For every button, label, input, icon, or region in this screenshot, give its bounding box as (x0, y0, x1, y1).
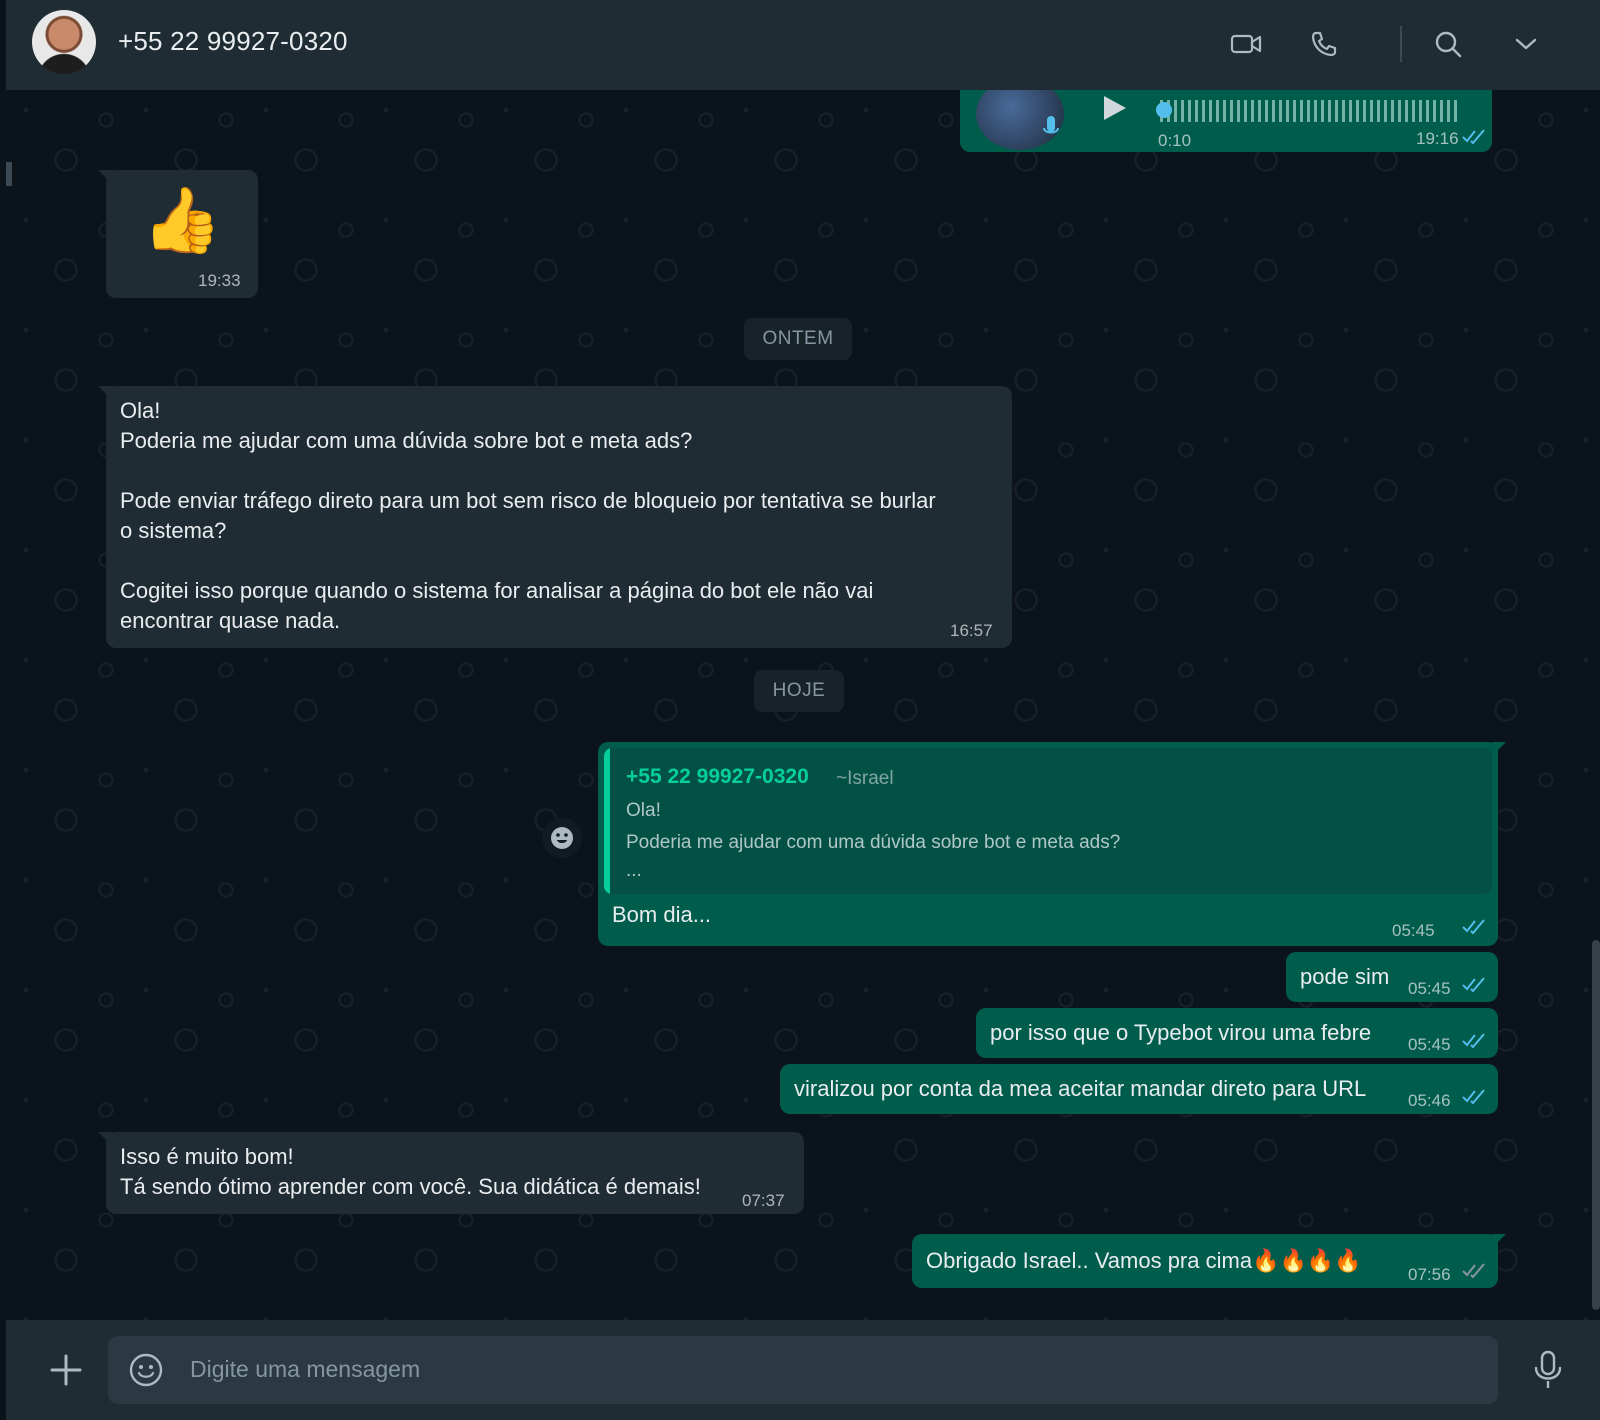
incoming-message-question[interactable]: Ola! Poderia me ajudar com uma dúvida so… (106, 386, 1012, 648)
quote-bar (604, 748, 610, 894)
message-time: 19:16 (1416, 129, 1459, 148)
video-call-icon[interactable] (1228, 26, 1264, 62)
incoming-message[interactable]: Isso é muito bom! Tá sendo ótimo aprende… (106, 1132, 804, 1214)
outgoing-message[interactable]: viralizou por conta da mea aceitar manda… (780, 1064, 1498, 1114)
message-time: 05:45 (1392, 921, 1435, 940)
text-line: Tá sendo ótimo aprender com você. Sua di… (120, 1174, 701, 1199)
quoted-message[interactable]: +55 22 99927-0320 ~Israel Ola! Poderia m… (604, 748, 1492, 894)
read-receipt-icon (1462, 1033, 1485, 1048)
message-text: Isso é muito bom! Tá sendo ótimo aprende… (120, 1142, 701, 1202)
outgoing-reply-message[interactable]: +55 22 99927-0320 ~Israel Ola! Poderia m… (598, 742, 1498, 946)
text-line: Isso é muito bom! (120, 1144, 294, 1169)
quote-author: +55 22 99927-0320 (626, 765, 809, 788)
quote-more: ... (626, 860, 642, 881)
message-text: viralizou por conta da mea aceitar manda… (794, 1076, 1367, 1101)
thumbs-up-emoji: 👍 (142, 184, 222, 256)
text-line: Ola! (120, 398, 161, 423)
left-scroll-indicator (6, 162, 12, 186)
play-icon[interactable] (1098, 92, 1130, 124)
text-line: Cogitei isso porque quando o sistema for… (120, 578, 874, 603)
chevron-down-icon[interactable] (1508, 26, 1544, 62)
audio-duration: 0:10 (1158, 131, 1192, 150)
outgoing-message[interactable]: por isso que o Typebot virou uma febre 0… (976, 1008, 1498, 1058)
quote-line: Ola! (626, 800, 661, 821)
message-input[interactable]: Digite uma mensagem (108, 1336, 1498, 1404)
chat-header: +55 22 99927-0320 (6, 0, 1600, 90)
date-divider: HOJE (754, 670, 844, 712)
outgoing-message[interactable]: Obrigado Israel.. Vamos pra cima🔥🔥🔥🔥 07:… (912, 1234, 1498, 1288)
message-text: Obrigado Israel.. Vamos pra cima🔥🔥🔥🔥 (926, 1248, 1362, 1273)
header-divider (1400, 26, 1402, 62)
message-time: 07:56 (1408, 1265, 1451, 1284)
message-time: 05:46 (1408, 1091, 1451, 1110)
text-line: o sistema? (120, 518, 227, 543)
text-line: encontrar quase nada. (120, 608, 341, 633)
text-line: Poderia me ajudar com uma dúvida sobre b… (120, 428, 693, 453)
delivered-receipt-icon (1462, 1263, 1485, 1278)
message-time: 16:57 (950, 621, 993, 640)
quote-line: Poderia me ajudar com uma dúvida sobre b… (626, 832, 1121, 853)
contact-name[interactable]: +55 22 99927-0320 (118, 26, 348, 57)
audio-message[interactable]: 0:10 19:16 (960, 90, 1492, 152)
read-receipt-icon (1462, 977, 1485, 992)
react-emoji-button[interactable] (542, 818, 582, 858)
outgoing-message[interactable]: pode sim 05:45 (1286, 952, 1498, 1002)
message-time: 05:45 (1408, 1035, 1451, 1054)
message-text: pode sim (1300, 964, 1390, 989)
incoming-message-emoji[interactable]: 👍 19:33 (106, 170, 258, 298)
text-line: Pode enviar tráfego direto para um bot s… (120, 488, 936, 513)
scrollbar[interactable] (1592, 940, 1600, 1310)
message-text: por isso que o Typebot virou uma febre (990, 1020, 1372, 1045)
voice-call-icon[interactable] (1306, 26, 1342, 62)
audio-waveform[interactable] (1160, 100, 1460, 122)
attach-plus-icon[interactable] (46, 1350, 86, 1390)
emoji-icon[interactable] (128, 1352, 164, 1388)
chat-area[interactable]: 0:10 19:16 👍 19:33 ONTEM Ola! Poderia me… (6, 90, 1600, 1320)
date-divider: ONTEM (744, 318, 852, 360)
composer-bar: Digite uma mensagem (6, 1320, 1600, 1420)
message-time: 07:37 (742, 1191, 785, 1210)
search-icon[interactable] (1430, 26, 1466, 62)
message-time: 19:33 (198, 271, 241, 290)
message-text: Ola! Poderia me ajudar com uma dúvida so… (120, 396, 1000, 636)
audio-progress-dot[interactable] (1156, 102, 1172, 118)
read-receipt-icon (1462, 919, 1485, 934)
message-text: Bom dia... (612, 902, 712, 927)
read-receipt-icon (1462, 129, 1485, 144)
microphone-icon (1043, 116, 1059, 134)
microphone-icon[interactable] (1530, 1348, 1566, 1392)
message-input-placeholder[interactable]: Digite uma mensagem (190, 1356, 420, 1383)
smiley-icon (551, 827, 573, 849)
message-time: 05:45 (1408, 979, 1451, 998)
read-receipt-icon (1462, 1089, 1485, 1104)
contact-avatar[interactable] (32, 10, 96, 74)
quote-sender-name: ~Israel (836, 768, 894, 789)
